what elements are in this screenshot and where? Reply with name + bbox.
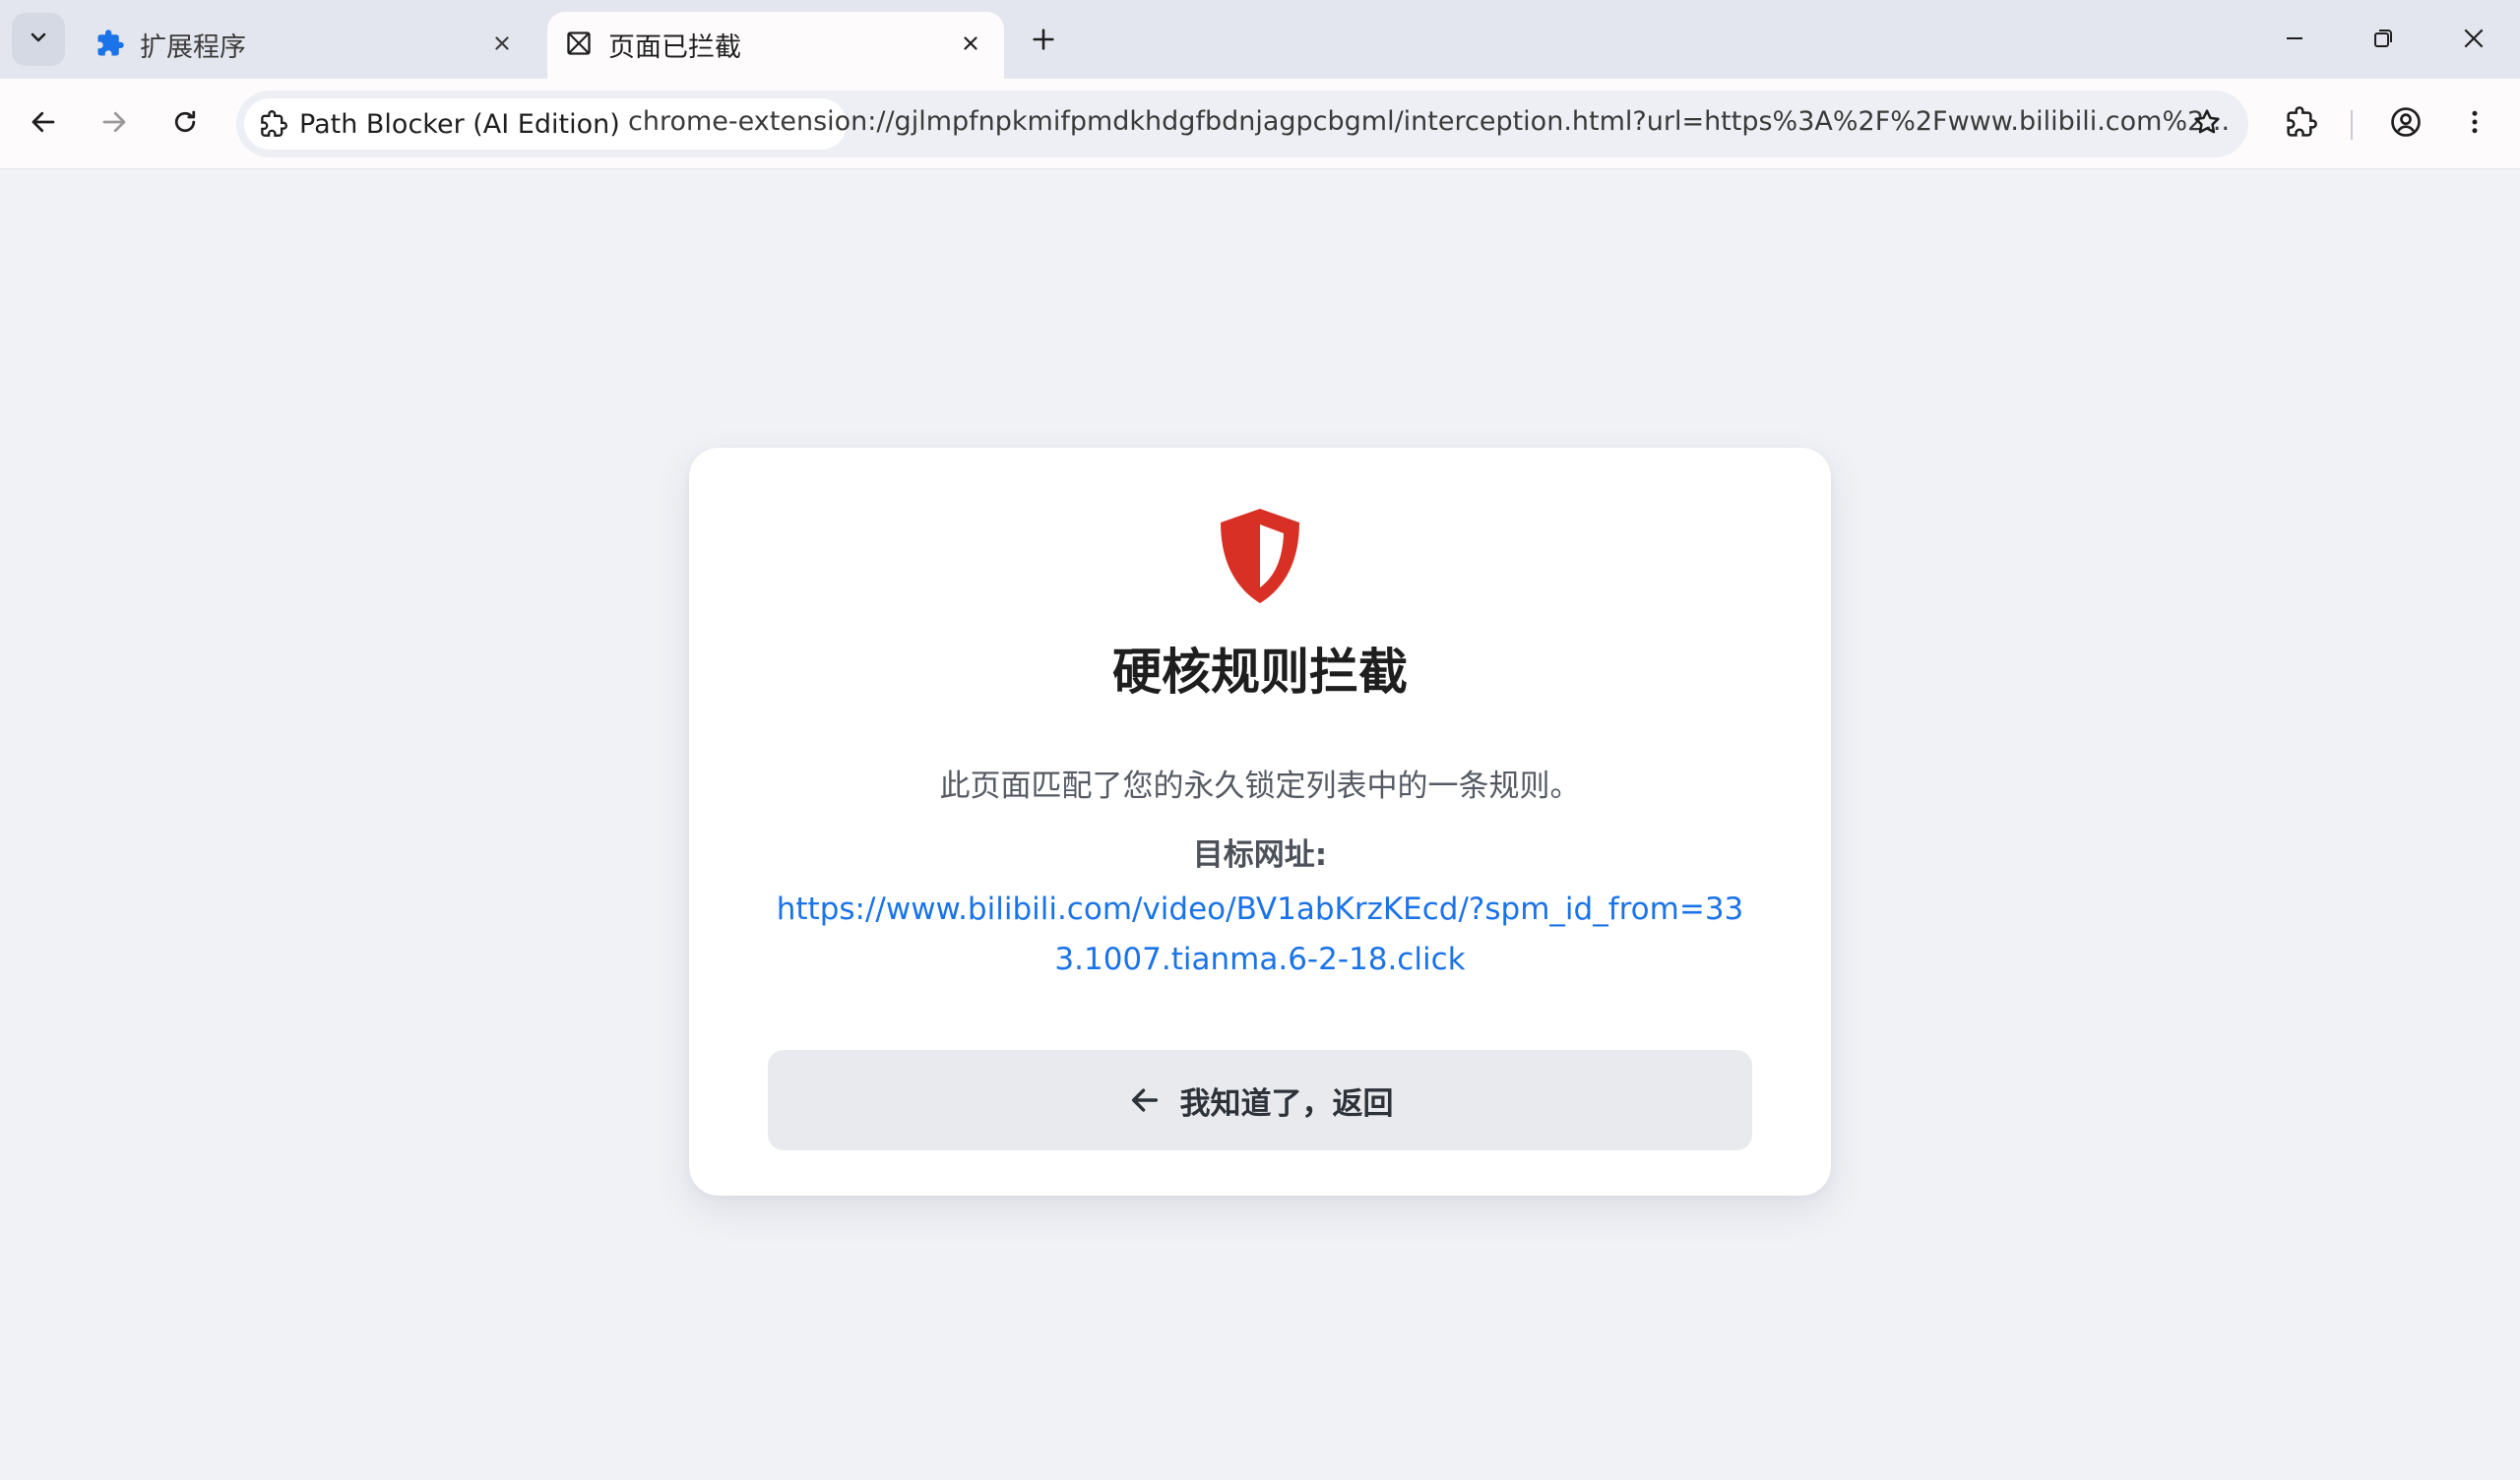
new-tab-button[interactable] — [1022, 20, 1065, 63]
star-icon — [2191, 106, 2223, 142]
arrow-left-icon — [1127, 1082, 1163, 1118]
restore-button[interactable] — [2359, 16, 2408, 65]
minimize-button[interactable] — [2270, 16, 2319, 65]
close-window-button[interactable] — [2449, 16, 2498, 65]
arrow-right-icon — [99, 107, 129, 141]
close-tab-icon[interactable] — [955, 28, 986, 59]
back-button[interactable] — [16, 96, 71, 152]
reload-button[interactable] — [158, 96, 213, 152]
chevron-down-icon — [27, 26, 50, 53]
close-icon — [2461, 26, 2487, 55]
account-circle-icon — [2389, 105, 2423, 143]
target-url-label: 目标网址: — [1192, 837, 1328, 873]
profile-button[interactable] — [2378, 96, 2433, 152]
tab-title: 扩展程序 — [140, 32, 246, 63]
tab-page-blocked[interactable]: 页面已拦截 — [547, 12, 1004, 79]
bookmark-button[interactable] — [2183, 100, 2231, 148]
block-notice-card: 硬核规则拦截 此页面匹配了您的永久锁定列表中的一条规则。 目标网址: https… — [689, 448, 1831, 1196]
target-url-link[interactable]: https://www.bilibili.com/video/BV1abKrzK… — [768, 885, 1752, 985]
back-button-label: 我知道了，返回 — [1179, 1085, 1394, 1122]
block-description: 此页面匹配了您的永久锁定列表中的一条规则。 — [939, 769, 1581, 804]
plus-icon — [1030, 26, 1057, 57]
extension-icon — [258, 108, 289, 140]
close-tab-icon[interactable] — [486, 28, 518, 59]
puzzle-icon — [94, 28, 126, 59]
puzzle-icon — [2286, 106, 2317, 142]
blocked-page-icon — [563, 28, 595, 59]
toolbar-divider — [2351, 110, 2353, 140]
url-text[interactable]: chrome-extension://gjlmpfnpkmifpmdkhdgfb… — [628, 106, 2400, 137]
block-title: 硬核规则拦截 — [1112, 644, 1408, 701]
address-bar[interactable]: Path Blocker (AI Edition) chrome-extensi… — [236, 91, 2248, 157]
menu-button[interactable] — [2447, 96, 2502, 152]
tab-strip: 扩展程序 页面已拦截 — [0, 0, 2520, 79]
acknowledge-back-button[interactable]: 我知道了，返回 — [768, 1050, 1752, 1150]
reload-icon — [170, 107, 200, 141]
restore-icon — [2371, 27, 2395, 54]
browser-toolbar: Path Blocker (AI Edition) chrome-extensi… — [0, 79, 2520, 169]
tab-extensions[interactable]: 扩展程序 — [79, 12, 536, 79]
minimize-icon — [2283, 27, 2306, 54]
arrow-left-icon — [29, 107, 58, 141]
page-content: 硬核规则拦截 此页面匹配了您的永久锁定列表中的一条规则。 目标网址: https… — [0, 169, 2520, 1480]
shield-icon — [1211, 505, 1309, 607]
extensions-button[interactable] — [2274, 96, 2329, 152]
tab-title: 页面已拦截 — [608, 32, 741, 63]
tab-search-button[interactable] — [12, 13, 65, 66]
forward-button[interactable] — [87, 96, 142, 152]
more-vert-icon — [2460, 107, 2489, 141]
site-chip-label: Path Blocker (AI Edition) — [299, 108, 620, 140]
